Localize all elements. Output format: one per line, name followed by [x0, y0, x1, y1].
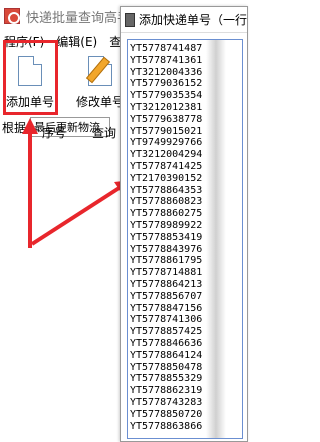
tracking-input-textarea[interactable]: YT5778741487 YT5778741361 YT3212004336 YT57… [127, 39, 243, 439]
add-tracking-dialog: 添加快递单号（一行 YT5778741487 YT5778741361 YT3212… [120, 6, 248, 442]
dialog-title-bar: 添加快递单号（一行 [121, 7, 247, 33]
blur-mask [206, 40, 226, 438]
dialog-icon [125, 12, 135, 27]
dialog-title: 添加快递单号（一行 [138, 13, 247, 27]
arrow-up-head [22, 118, 38, 134]
arrow-right [30, 184, 124, 246]
